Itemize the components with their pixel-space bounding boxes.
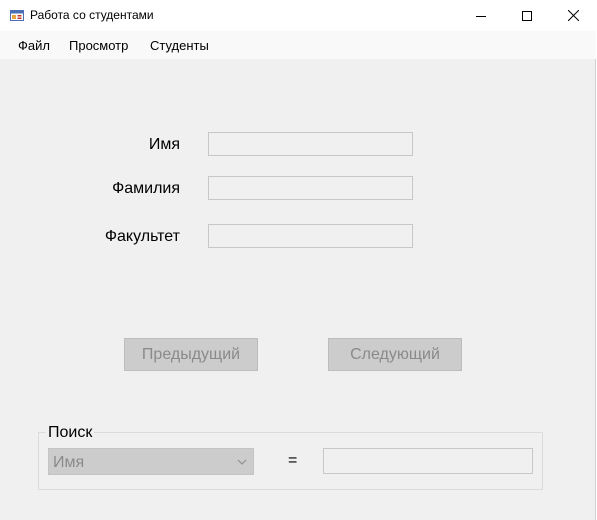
menu-bar: Файл Просмотр Студенты [0,31,596,59]
title-bar: Работа со студентами [0,0,596,31]
last-name-field[interactable] [208,176,413,200]
maximize-icon [522,10,532,21]
faculty-field[interactable] [208,224,413,248]
close-icon [567,10,579,21]
first-name-field[interactable] [208,132,413,156]
menu-students[interactable]: Студенты [150,38,209,53]
search-group-title: Поиск [46,424,95,442]
menu-file[interactable]: Файл [18,38,50,53]
search-field-selected: Имя [53,454,85,471]
maximize-button[interactable] [504,0,550,31]
close-button[interactable] [550,0,596,31]
menu-view[interactable]: Просмотр [69,38,128,53]
search-value-field[interactable] [323,448,533,474]
previous-button[interactable]: Предыдущий [124,338,258,371]
search-field-select[interactable]: Имя [48,448,254,475]
form-icon [10,10,24,21]
chevron-down-icon [237,459,247,465]
window-title: Работа со студентами [30,8,154,22]
first-name-label: Имя [148,136,180,153]
minimize-button[interactable] [458,0,504,31]
main-window: Работа со студентами Файл Просмотр Студе… [0,0,596,520]
equals-sign: = [288,452,298,469]
next-button[interactable]: Следующий [328,338,462,371]
faculty-label: Факультет [104,228,180,245]
last-name-label: Фамилия [112,180,180,197]
minimize-icon [476,15,486,17]
